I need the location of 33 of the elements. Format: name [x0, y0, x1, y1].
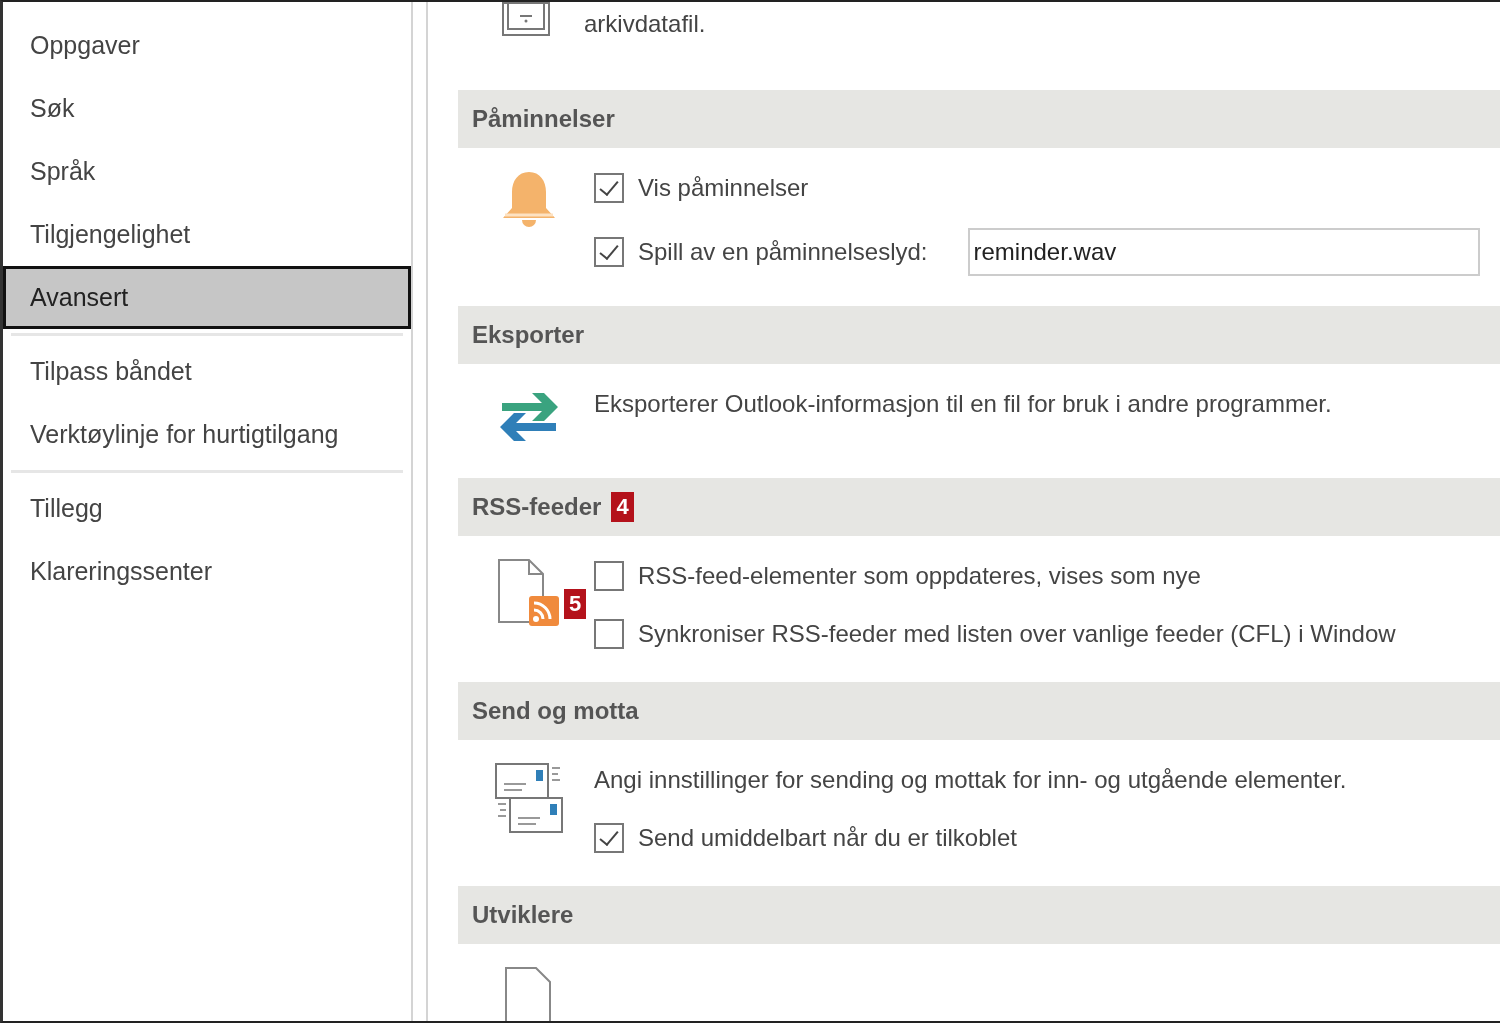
- checkbox-label: Send umiddelbart når du er tilkoblet: [638, 823, 1017, 853]
- checkbox[interactable]: [594, 237, 624, 267]
- sidebar-item[interactable]: Avansert: [3, 266, 411, 329]
- envelopes-icon: [494, 762, 564, 834]
- sidebar-item[interactable]: Tillegg: [3, 477, 411, 540]
- checkbox[interactable]: [594, 561, 624, 591]
- checkbox-label: RSS-feed-elementer som oppdateres, vises som nye: [638, 561, 1201, 591]
- checkbox[interactable]: [594, 823, 624, 853]
- checkbox-label: Synkroniser RSS-feeder med listen over vanlige feeder (CFL) i Window: [638, 619, 1396, 649]
- callout-badge: 5: [564, 589, 587, 619]
- callout-badge: 4: [611, 492, 634, 522]
- section-title: Utviklere: [472, 900, 574, 930]
- checkbox[interactable]: [594, 173, 624, 203]
- archive-icon: [502, 2, 550, 36]
- description-text: arkivdatafil.: [584, 9, 706, 39]
- checkbox-label: Spill av en påminnelseslyd:: [638, 237, 928, 267]
- sidebar-item[interactable]: Oppgaver: [3, 14, 411, 77]
- sidebar-item[interactable]: Klareringssenter: [3, 540, 411, 603]
- sidebar-item[interactable]: Søk: [3, 77, 411, 140]
- section-title: Eksporter: [472, 320, 585, 350]
- section-title: Påminnelser: [472, 104, 615, 134]
- document-icon: [504, 966, 554, 1021]
- description-text: Angi innstillinger for sending og mottak for inn- og utgående elementer.: [594, 765, 1347, 795]
- description-text: Eksporterer Outlook-informasjon til en fil for bruk i andre programmer.: [594, 389, 1332, 419]
- sound-file-field[interactable]: reminder.wav: [967, 228, 1480, 276]
- checkbox-label: Vis påminnelser: [638, 173, 809, 203]
- checkbox[interactable]: [594, 619, 624, 649]
- section-title: Send og motta: [472, 696, 639, 726]
- section-title: RSS-feeder: [472, 492, 602, 522]
- sidebar-item[interactable]: Språk: [3, 140, 411, 203]
- sidebar-item[interactable]: Tilpass båndet: [3, 340, 411, 403]
- sidebar-item[interactable]: Verktøylinje for hurtigtilgang: [3, 403, 411, 466]
- sidebar-item[interactable]: Tilgjengelighet: [3, 203, 411, 266]
